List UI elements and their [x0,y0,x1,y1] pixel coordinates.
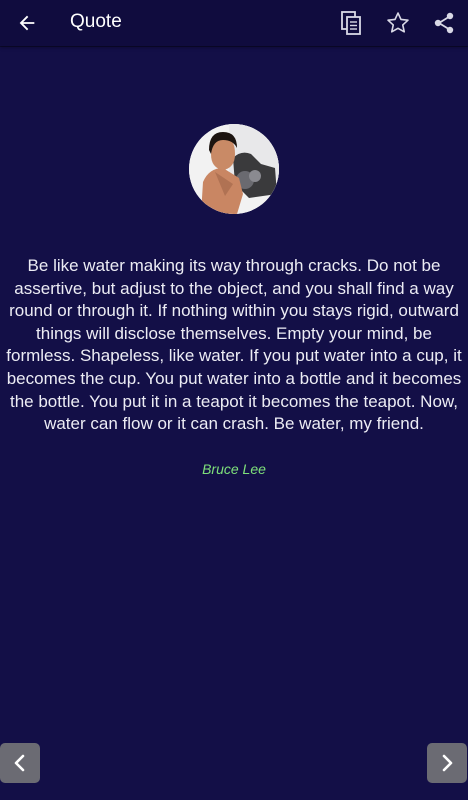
chevron-left-icon [14,754,25,772]
quote-author[interactable]: Bruce Lee [0,461,468,477]
copy-icon [341,11,361,35]
author-photo [189,124,279,214]
star-outline-icon [387,12,409,33]
favorite-button[interactable] [381,6,415,40]
page-title: Quote [70,11,122,32]
chevron-right-icon [442,754,453,772]
next-quote-button[interactable] [427,743,467,783]
copy-button[interactable] [334,6,368,40]
previous-quote-button[interactable] [0,743,40,783]
arrow-left-icon [19,15,35,31]
share-icon [434,12,454,34]
share-button[interactable] [427,6,461,40]
app-bar: Quote [0,0,468,46]
back-button[interactable] [10,6,44,40]
quote-text: Be like water making its way through cra… [6,256,462,434]
author-avatar [189,124,279,214]
